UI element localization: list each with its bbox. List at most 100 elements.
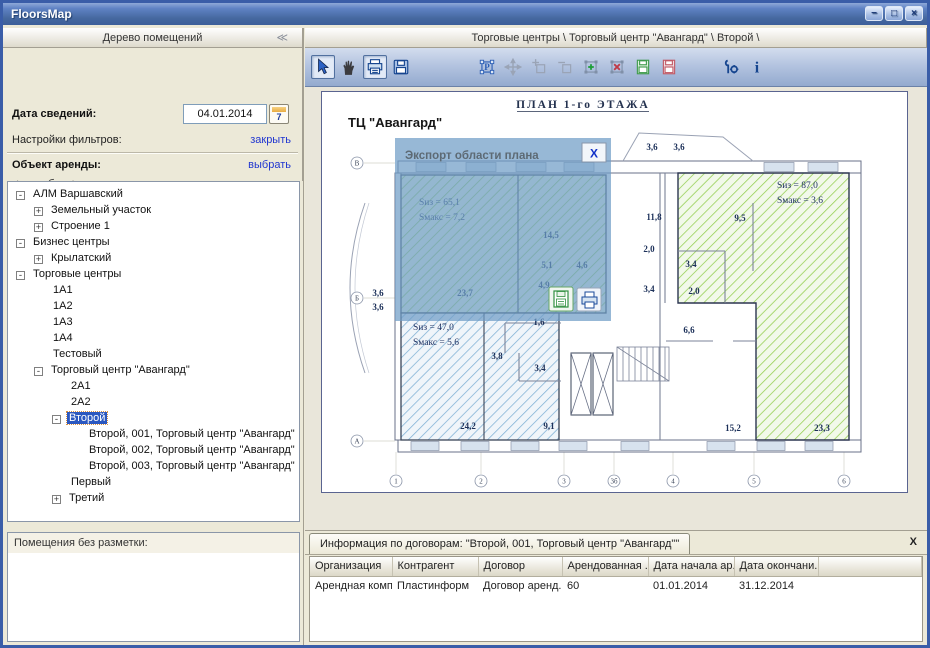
tree-item[interactable]: Второй, 001, Торговый центр "Авангард" bbox=[8, 426, 299, 442]
dimension-label: 6,6 bbox=[683, 325, 695, 335]
filter-controls: Дата сведений: 04.01.2014 7 Настройки фи… bbox=[3, 48, 303, 181]
tree-item[interactable]: Первый bbox=[8, 474, 299, 490]
column-header[interactable]: Контрагент bbox=[392, 557, 478, 576]
move-button[interactable] bbox=[501, 55, 525, 79]
dimension-label: 23,3 bbox=[814, 423, 830, 433]
floor-plan[interactable]: ПЛАН 1-го ЭТАЖА ТЦ "Авангард" bbox=[321, 91, 908, 493]
hand-button[interactable] bbox=[337, 55, 361, 79]
dimension-label: 3,8 bbox=[491, 351, 503, 361]
column-header[interactable]: Организация bbox=[310, 557, 392, 576]
tree-item[interactable]: +Строение 1 bbox=[8, 218, 299, 234]
room-area-label: Sмакс = 3,6 bbox=[777, 196, 823, 206]
dimension-label: 15,2 bbox=[725, 423, 741, 433]
expand-icon[interactable]: + bbox=[52, 495, 61, 504]
dimension-label: 3,4 bbox=[643, 284, 655, 294]
plan-title: ПЛАН 1-го ЭТАЖА bbox=[516, 99, 650, 111]
save-button[interactable] bbox=[389, 55, 413, 79]
export-overlay: Экспорт области плана X bbox=[395, 138, 611, 321]
select-area-button[interactable]: P bbox=[475, 55, 499, 79]
dimension-label: 9,5 bbox=[734, 213, 746, 223]
tree-item[interactable]: 1А1 bbox=[8, 282, 299, 298]
expand-icon[interactable]: + bbox=[34, 223, 43, 232]
room-area-label: Sиз = 87,0 bbox=[777, 181, 818, 191]
collapse-icon[interactable]: - bbox=[16, 271, 25, 280]
tree-item[interactable]: +Земельный участок bbox=[8, 202, 299, 218]
delete-region-button[interactable] bbox=[605, 55, 629, 79]
export-save-button[interactable] bbox=[549, 287, 573, 311]
save-doc-green-button[interactable] bbox=[631, 55, 655, 79]
tree-item[interactable]: -Второй bbox=[8, 410, 299, 426]
tree-item[interactable]: Второй, 002, Торговый центр "Авангард" bbox=[8, 442, 299, 458]
tree-item[interactable]: +Третий bbox=[8, 490, 299, 506]
axis-label: 1 bbox=[394, 477, 398, 485]
date-input[interactable]: 04.01.2014 bbox=[183, 104, 267, 124]
tree-item[interactable]: 1А2 bbox=[8, 298, 299, 314]
export-close-button[interactable]: X bbox=[582, 143, 606, 162]
axis-label: 6 bbox=[842, 477, 846, 485]
tree-item[interactable]: +Крылатский bbox=[8, 250, 299, 266]
zoom-minus-button[interactable] bbox=[553, 55, 577, 79]
dimension-label: 3,4 bbox=[685, 259, 697, 269]
zoom-plus-button[interactable] bbox=[527, 55, 551, 79]
title-bar[interactable]: FloorsMap −□× bbox=[3, 3, 927, 25]
tree-item[interactable]: 2А1 bbox=[8, 378, 299, 394]
dimension-label: 2,0 bbox=[643, 244, 655, 254]
tree-item[interactable]: 1А4 bbox=[8, 330, 299, 346]
cursor-button[interactable] bbox=[311, 55, 335, 79]
collapse-panel-button[interactable]: ≪ bbox=[276, 28, 288, 48]
tree-item[interactable]: 2А2 bbox=[8, 394, 299, 410]
column-header[interactable]: Договор bbox=[478, 557, 562, 576]
calendar-icon[interactable]: 7 bbox=[269, 104, 289, 124]
collapse-icon[interactable]: - bbox=[16, 191, 25, 200]
tree-item[interactable]: Второй, 003, Торговый центр "Авангард" bbox=[8, 458, 299, 474]
close-button[interactable]: × bbox=[905, 6, 923, 21]
info-button[interactable]: i bbox=[745, 55, 769, 79]
tree-item[interactable]: Тестовый bbox=[8, 346, 299, 362]
unmarked-rooms-title: Помещения без разметки: bbox=[8, 533, 299, 553]
printer-button[interactable] bbox=[363, 55, 387, 79]
dimension-label: 11,8 bbox=[646, 212, 662, 222]
contracts-info-panel: Информация по договорам: "Второй, 001, Т… bbox=[305, 530, 927, 644]
settings-button[interactable] bbox=[719, 55, 743, 79]
breadcrumb: Торговые центры \ Торговый центр "Аванга… bbox=[305, 28, 927, 48]
room-area-label: Sмакс = 5,6 bbox=[413, 338, 459, 348]
expand-icon[interactable]: + bbox=[34, 207, 43, 216]
dimension-label: 3,6 bbox=[372, 302, 384, 312]
contracts-tab[interactable]: Информация по договорам: "Второй, 001, Т… bbox=[309, 533, 690, 554]
axis-label: 5 bbox=[752, 477, 756, 485]
tree-item[interactable]: 1А3 bbox=[8, 314, 299, 330]
left-panel-header: Дерево помещений ≪ bbox=[3, 28, 303, 48]
rent-select-link[interactable]: выбрать bbox=[248, 159, 291, 171]
add-region-button[interactable] bbox=[579, 55, 603, 79]
room-area-label: Sиз = 47,0 bbox=[413, 323, 454, 333]
collapse-icon[interactable]: - bbox=[16, 239, 25, 248]
building-label: ТЦ "Авангард" bbox=[348, 115, 442, 130]
save-doc-red-button[interactable] bbox=[657, 55, 681, 79]
collapse-icon[interactable]: - bbox=[52, 415, 61, 424]
table-row[interactable]: Арендная компа...ПластинформДоговор арен… bbox=[310, 576, 922, 595]
minimize-button[interactable]: − bbox=[865, 6, 883, 21]
column-header[interactable]: Дата начала ар... bbox=[648, 557, 734, 576]
rooms-tree[interactable]: -АЛМ Варшавский+Земельный участок+Строен… bbox=[7, 181, 300, 522]
filters-label: Настройки фильтров: bbox=[12, 134, 122, 146]
collapse-icon[interactable]: - bbox=[34, 367, 43, 376]
date-label: Дата сведений: bbox=[12, 108, 96, 120]
info-close-button[interactable]: X bbox=[910, 536, 917, 548]
filters-close-link[interactable]: закрыть bbox=[250, 134, 291, 146]
separator bbox=[7, 152, 298, 154]
tree-item[interactable]: -Торговые центры bbox=[8, 266, 299, 282]
dimension-label: 24,2 bbox=[460, 421, 476, 431]
axis-label: 4 bbox=[671, 477, 675, 485]
restore-button[interactable]: □ bbox=[885, 6, 903, 21]
tree-item[interactable]: -АЛМ Варшавский bbox=[8, 186, 299, 202]
column-header[interactable]: Дата окончани... bbox=[734, 557, 818, 576]
contracts-table: ОрганизацияКонтрагентДоговорАрендованная… bbox=[309, 556, 923, 642]
column-header[interactable]: Арендованная ... bbox=[562, 557, 648, 576]
expand-icon[interactable]: + bbox=[34, 255, 43, 264]
plan-viewport[interactable]: ПЛАН 1-го ЭТАЖА ТЦ "Авангард" bbox=[305, 87, 927, 530]
export-print-button[interactable] bbox=[577, 288, 601, 311]
export-overlay-title: Экспорт области плана bbox=[405, 150, 539, 162]
window-title: FloorsMap bbox=[11, 7, 72, 21]
tree-item[interactable]: -Бизнес центры bbox=[8, 234, 299, 250]
tree-item[interactable]: -Торговый центр "Авангард" bbox=[8, 362, 299, 378]
